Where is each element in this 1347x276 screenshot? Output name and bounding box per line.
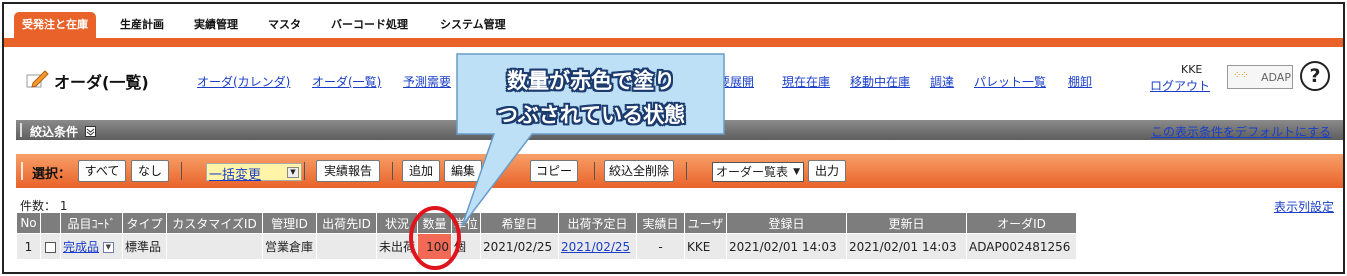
highlight-circle: [409, 206, 461, 270]
app-window: 受発注と在庫 生産計画 実績管理 マスタ バーコード処理 システム管理 オーダ(…: [2, 2, 1345, 274]
callout-line-1: 数量が赤色で塗り: [507, 69, 675, 93]
callout-line-2: つぶされている状態: [496, 103, 686, 127]
callout-text: 数量が赤色で塗り つぶされている状態: [462, 64, 720, 132]
annotation-overlay: [409, 53, 725, 270]
